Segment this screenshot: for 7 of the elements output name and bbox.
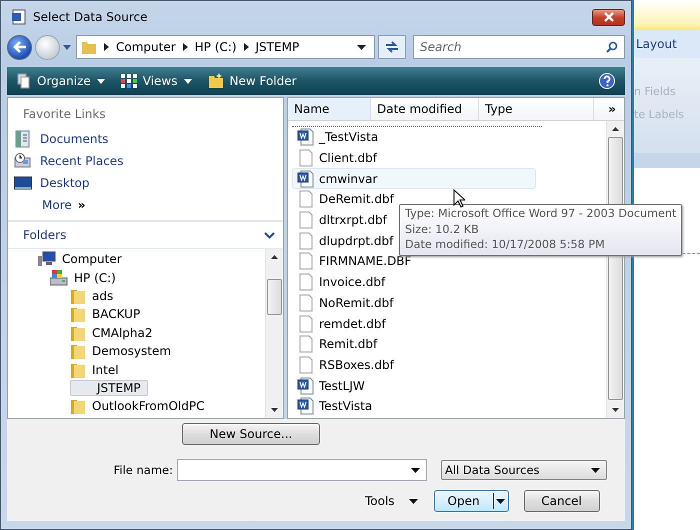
tooltip-text: Type: Microsoft Office Word 97 - 2003 Document (405, 206, 676, 222)
file-name-label: File name: (112, 463, 174, 477)
section-title: Folders (23, 228, 68, 242)
window-title: Select Data Source (33, 10, 148, 24)
tooltip-text: Size: 10.2 KB (405, 222, 480, 237)
section-title: Favorite Links (23, 107, 107, 121)
tooltip-text: Date modified: 10/17/2008 5:58 PM (405, 237, 606, 252)
